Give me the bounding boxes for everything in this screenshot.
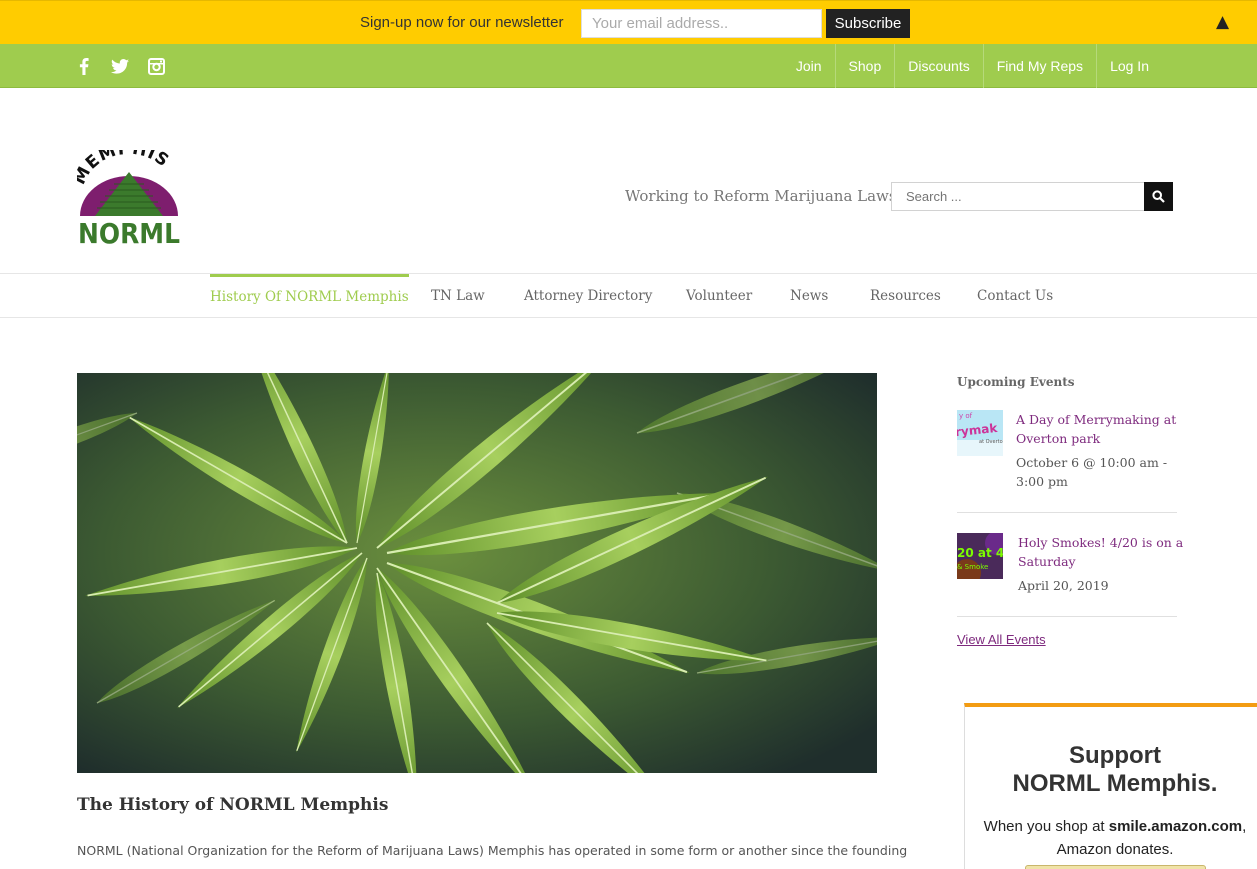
support-line2: Amazon donates. bbox=[1056, 841, 1174, 858]
subscribe-button[interactable]: Subscribe bbox=[826, 9, 910, 38]
support-line1: When you shop at smile.amazon.com, bbox=[983, 818, 1247, 835]
top-bar: Join Shop Discounts Find My Reps Log In bbox=[0, 44, 1257, 88]
search-input[interactable] bbox=[891, 182, 1145, 211]
svg-text:& Smoke: & Smoke bbox=[957, 563, 988, 571]
intro-paragraph: NORML (National Organization for the Ref… bbox=[77, 843, 908, 858]
sidebar-divider bbox=[957, 512, 1177, 513]
svg-text:20 at 4: 20 at 4 bbox=[957, 546, 1003, 560]
sidebar-divider bbox=[957, 616, 1177, 617]
topnav-log-in[interactable]: Log In bbox=[1096, 44, 1162, 88]
newsletter-bar: Sign-up now for our newsletter Subscribe… bbox=[0, 0, 1257, 44]
site-tagline: Working to Reform Marijuana Laws bbox=[625, 187, 897, 205]
twitter-icon[interactable] bbox=[110, 56, 130, 76]
amazon-smile-button[interactable] bbox=[1025, 865, 1206, 869]
nav-history[interactable]: History Of NORML Memphis bbox=[210, 274, 409, 318]
support-amazon-popup: Support NORML Memphis. When you shop at … bbox=[964, 703, 1257, 869]
nav-tn-law[interactable]: TN Law bbox=[431, 274, 485, 318]
top-nav: Join Shop Discounts Find My Reps Log In bbox=[783, 44, 1162, 88]
event-thumbnail-holy-smokes[interactable]: 20 at 4 & Smoke bbox=[957, 533, 1003, 579]
upcoming-events-title: Upcoming Events bbox=[957, 375, 1075, 389]
support-heading: Support NORML Memphis. bbox=[1012, 742, 1218, 797]
facebook-icon[interactable] bbox=[74, 56, 94, 76]
newsletter-email-input[interactable] bbox=[581, 9, 822, 38]
main-nav: History Of NORML Memphis TN Law Attorney… bbox=[0, 273, 1257, 318]
search-button[interactable] bbox=[1144, 182, 1173, 211]
svg-text:y of: y of bbox=[959, 412, 973, 420]
nav-news[interactable]: News bbox=[790, 274, 828, 318]
event-thumbnail-merrymaking[interactable]: y of rymak at Overton bbox=[957, 410, 1003, 456]
instagram-icon[interactable] bbox=[146, 56, 166, 76]
nav-resources[interactable]: Resources bbox=[870, 274, 941, 318]
newsletter-prompt: Sign-up now for our newsletter bbox=[360, 14, 564, 31]
topnav-join[interactable]: Join bbox=[783, 44, 835, 88]
event-title-holy-smokes[interactable]: Holy Smokes! 4/20 is on a Saturday bbox=[1018, 533, 1183, 571]
hero-image bbox=[77, 373, 877, 773]
view-all-events-link[interactable]: View All Events bbox=[957, 632, 1046, 647]
topnav-discounts[interactable]: Discounts bbox=[894, 44, 982, 88]
site-logo[interactable]: MEMPHIS NORML bbox=[70, 139, 181, 250]
collapse-arrow-icon[interactable]: ▲ bbox=[1216, 12, 1229, 32]
nav-contact-us[interactable]: Contact Us bbox=[977, 274, 1053, 318]
topnav-find-my-reps[interactable]: Find My Reps bbox=[982, 44, 1096, 88]
nav-volunteer[interactable]: Volunteer bbox=[686, 274, 752, 318]
search-icon bbox=[1152, 190, 1165, 203]
event-date-holy-smokes: April 20, 2019 bbox=[1018, 578, 1109, 593]
event-date-merrymaking: October 6 @ 10:00 am - 3:00 pm bbox=[1016, 455, 1168, 489]
svg-text:at Overton: at Overton bbox=[979, 439, 1003, 445]
page-title: The History of NORML Memphis bbox=[77, 795, 389, 815]
nav-attorney-directory[interactable]: Attorney Directory bbox=[524, 274, 652, 318]
event-title-merrymaking[interactable]: A Day of Merrymaking at Overton park bbox=[1016, 410, 1176, 448]
topnav-shop[interactable]: Shop bbox=[834, 44, 895, 88]
logo-bottom-text: NORML bbox=[78, 217, 180, 245]
